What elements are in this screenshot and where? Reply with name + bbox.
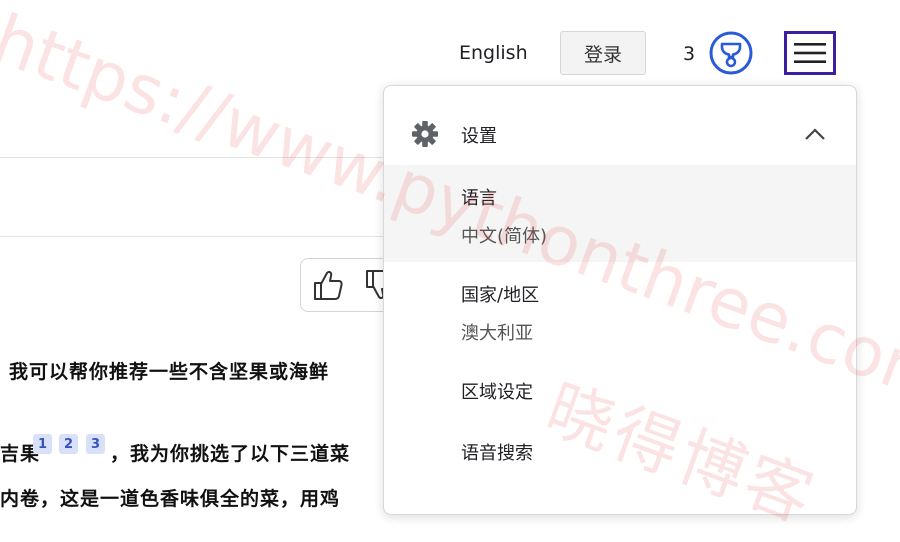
answer-line-3: 内卷，这是一道色香味俱全的菜，用鸡 (0, 488, 341, 510)
menu-item-language[interactable]: 语言 中文(简体) (384, 165, 856, 262)
settings-header[interactable]: 设置 (384, 86, 856, 164)
gear-icon (411, 120, 439, 148)
chevron-up-icon[interactable] (804, 126, 826, 140)
menu-item-title: 国家/地区 (461, 285, 540, 306)
language-link[interactable]: English (459, 42, 528, 64)
rewards-count: 3 (683, 43, 696, 65)
answer-line-1: 我可以帮你推荐一些不含坚果或海鲜 (9, 361, 330, 383)
menu-item-region-settings[interactable]: 区域设定 (384, 359, 856, 419)
menu-item-title: 语言 (461, 188, 497, 209)
header-divider (0, 157, 383, 158)
citation-badge-1[interactable]: 1 (33, 434, 52, 454)
answer-line-2: ，我为你挑选了以下三道菜 (110, 443, 351, 465)
trophy-icon[interactable] (709, 31, 753, 75)
menu-item-voice-search[interactable]: 语音搜索 (384, 420, 856, 480)
thumbs-up-icon[interactable] (312, 268, 344, 302)
menu-item-title: 区域设定 (461, 382, 533, 403)
citation-badge-3[interactable]: 3 (86, 434, 105, 454)
settings-menu: 设置 语言 中文(简体) 国家/地区 澳大利亚 区域设定 语音搜索 (383, 85, 857, 515)
menu-item-title: 语音搜索 (461, 443, 533, 464)
content-divider (0, 236, 383, 237)
hamburger-icon (794, 43, 826, 63)
menu-item-value: 澳大利亚 (461, 323, 533, 344)
menu-item-country[interactable]: 国家/地区 澳大利亚 (384, 262, 856, 359)
menu-button[interactable] (784, 31, 836, 75)
settings-label: 设置 (461, 126, 497, 147)
citation-badge-2[interactable]: 2 (59, 434, 78, 454)
sign-in-button[interactable]: 登录 (560, 31, 646, 75)
menu-item-value: 中文(简体) (461, 226, 548, 247)
